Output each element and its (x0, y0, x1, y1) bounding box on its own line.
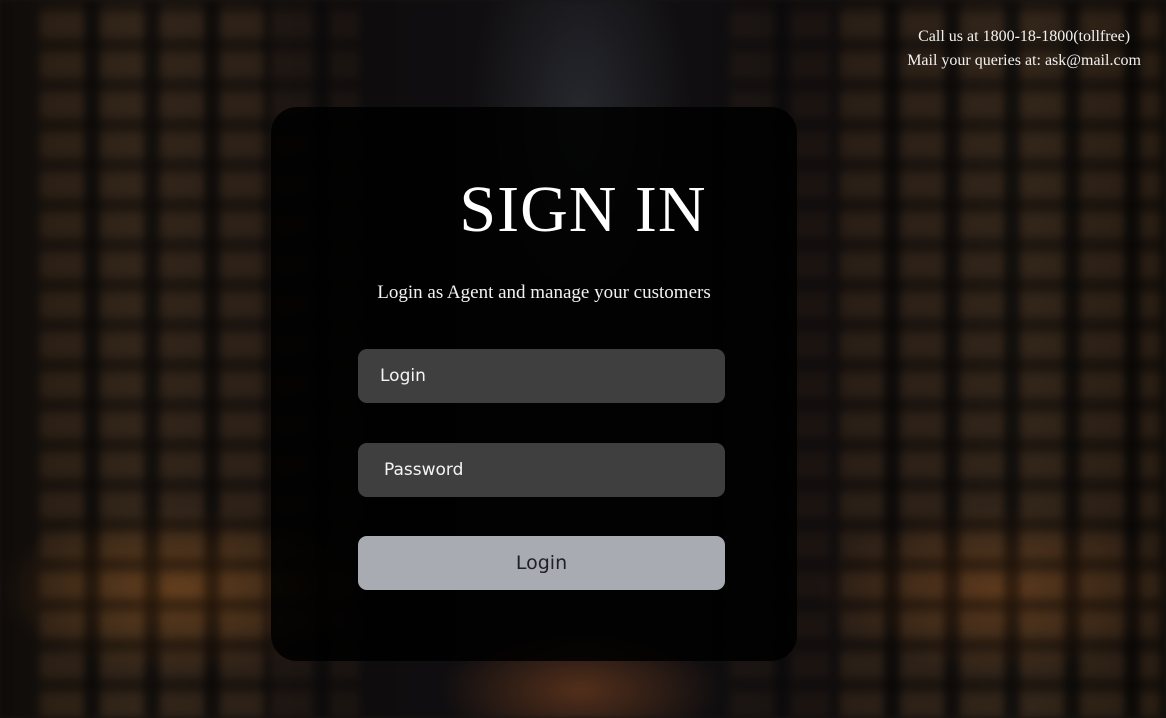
page-title: SIGN IN (459, 173, 707, 246)
contact-phone: Call us at 1800-18-1800(tollfree) (918, 28, 1131, 45)
contact-info: Call us at 1800-18-1800(tollfree) Mail y… (907, 25, 1141, 73)
login-button[interactable]: Login (358, 536, 725, 590)
contact-mail: Mail your queries at: ask@mail.com (907, 52, 1141, 69)
login-input[interactable] (358, 349, 725, 403)
signin-subtitle: Login as Agent and manage your customers (377, 282, 711, 303)
password-input[interactable] (358, 443, 725, 497)
